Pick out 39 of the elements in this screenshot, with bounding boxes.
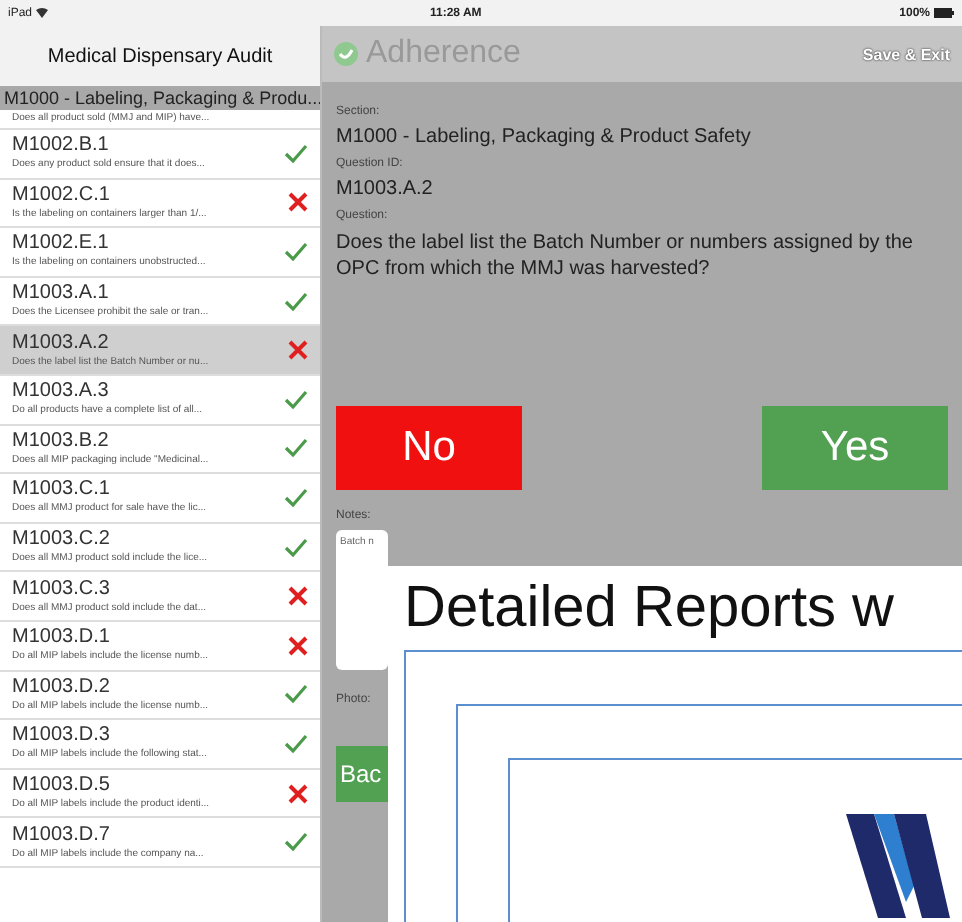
section-value: M1000 - Labeling, Packaging & Product Safety: [336, 126, 753, 148]
cross-icon: [288, 340, 308, 361]
no-button[interactable]: No: [336, 406, 522, 490]
checkmark-icon: [284, 832, 308, 853]
battery-icon: [934, 8, 954, 18]
checkmark-icon: [284, 389, 308, 410]
sidebar-title: Medical Dispensary Audit: [0, 26, 320, 86]
cross-icon: [288, 586, 308, 607]
question-id: M1003.C.1: [12, 478, 112, 502]
checkmark-icon: [284, 487, 308, 508]
question-id: M1003.A.1: [12, 282, 111, 306]
checkmark-icon: [284, 291, 308, 312]
checkmark-icon: [284, 241, 308, 262]
question-id: M1003.D.2: [12, 675, 112, 700]
question-id-value: M1003.A.2: [336, 178, 435, 200]
checkmark-icon: [284, 537, 308, 558]
question-id: M1003.B.2: [12, 429, 111, 454]
cross-icon: [288, 783, 308, 804]
question-id: M1003.C.2: [12, 528, 112, 552]
question-id: M1003.D.3: [12, 724, 112, 748]
question-text: Does the label list the Batch Number or numbers assigned by the OPC from which the MMJ was harvested?: [336, 230, 915, 282]
cross-icon: [288, 192, 308, 213]
section-header: M1000 - Labeling, Packaging & Produ...: [0, 86, 320, 110]
question-id: M1003.D.7: [12, 823, 112, 848]
checkmark-icon: [284, 733, 308, 754]
checkmark-icon: [284, 684, 308, 705]
cross-icon: [288, 635, 308, 656]
question-id: M1003.D.5: [12, 774, 112, 798]
checkmark-icon: [284, 438, 308, 459]
wifi-icon: [36, 8, 49, 18]
question-id: M1003.A.2: [12, 331, 111, 356]
question-id: M1002.E.1: [12, 232, 111, 256]
checkmark-icon: [284, 143, 308, 164]
question-id: M1003.A.3: [12, 380, 111, 404]
question-id: M1003.D.1: [12, 626, 112, 650]
question-id: M1003.C.3: [12, 577, 112, 602]
question-id: M1002.B.1: [12, 134, 111, 158]
slide-heading: Detailed Reports w: [404, 574, 896, 642]
question-id: M1002.C.1: [12, 183, 112, 208]
